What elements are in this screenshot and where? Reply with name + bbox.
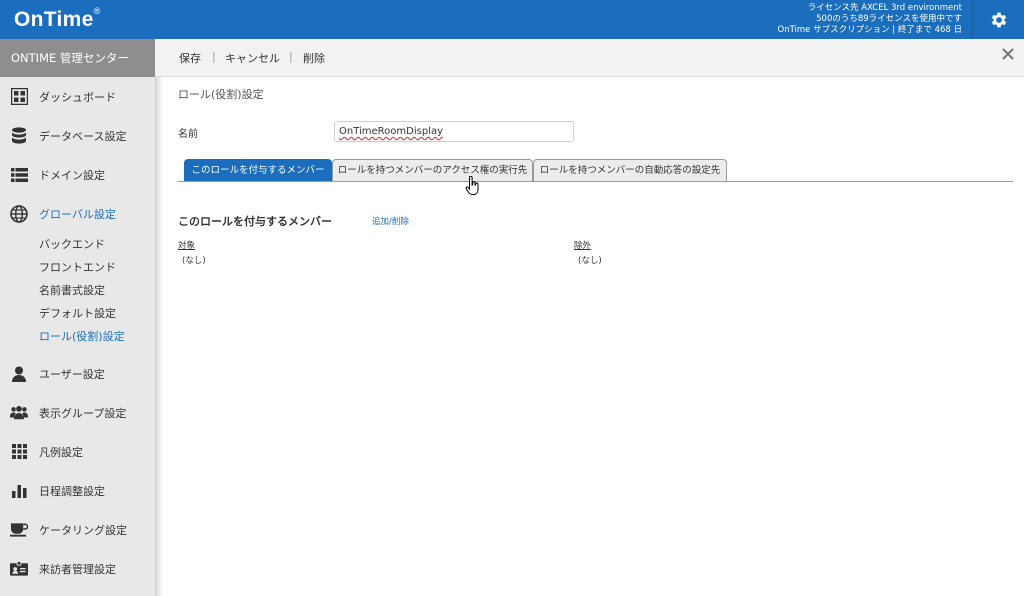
globe-icon: [10, 204, 28, 223]
sidebar-item-legend[interactable]: 凡例設定: [0, 432, 155, 471]
license-line-1: ライセンス先 AXCEL 3rd environment: [807, 3, 962, 13]
sidebar-item-label: 日程調整設定: [39, 484, 105, 498]
sidebar-subitem-name-format[interactable]: 名前書式設定: [0, 279, 155, 302]
dashboard-icon: [10, 88, 28, 106]
toolbar-separator: |: [289, 50, 293, 63]
page-title: ロール(役割)設定: [178, 88, 264, 101]
tab-members[interactable]: このロールを付与するメンバー: [184, 159, 332, 182]
sidebar-subitem-backend[interactable]: バックエンド: [0, 233, 155, 256]
target-column-header: 対象: [178, 241, 196, 251]
target-value: (なし): [182, 256, 206, 266]
gear-icon: [991, 12, 1006, 27]
name-input-value: OnTimeRoomDisplay: [339, 126, 444, 137]
add-remove-link[interactable]: 追加/削除: [372, 215, 409, 227]
sidebar-item-catering[interactable]: ケータリング設定: [0, 510, 155, 549]
bar-chart-icon: [10, 482, 28, 500]
sidebar-subitem-defaults[interactable]: デフォルト設定: [0, 302, 155, 325]
tab-access-targets[interactable]: ロールを持つメンバーのアクセス権の実行先: [332, 159, 533, 182]
user-icon: [10, 365, 28, 383]
name-input[interactable]: OnTimeRoomDisplay: [334, 121, 574, 142]
list-icon: [10, 166, 28, 184]
save-button[interactable]: 保存: [179, 50, 201, 66]
sidebar-title: ONTIME 管理センター: [0, 39, 155, 77]
sidebar-item-label: 凡例設定: [39, 445, 83, 459]
license-info: ライセンス先 AXCEL 3rd environment 500のうち89ライセ…: [778, 3, 962, 36]
sidebar-item-database[interactable]: データベース設定: [0, 116, 155, 155]
tab-divider: [178, 181, 1013, 182]
sidebar-item-label: ケータリング設定: [39, 523, 127, 537]
close-icon[interactable]: [1001, 47, 1015, 61]
sidebar-item-display-groups[interactable]: 表示グループ設定: [0, 393, 155, 432]
sidebar-item-users[interactable]: ユーザー設定: [0, 354, 155, 393]
sidebar-shadow: [155, 39, 163, 596]
action-toolbar: 保存 | キャンセル | 削除: [155, 39, 1024, 77]
delete-button[interactable]: 削除: [303, 50, 325, 66]
sidebar-item-label: ユーザー設定: [39, 367, 105, 381]
name-label: 名前: [178, 129, 198, 140]
top-header: OnTime® ライセンス先 AXCEL 3rd environment 500…: [0, 0, 1024, 39]
tab-auto-reply-targets[interactable]: ロールを持つメンバーの自動応答の設定先: [533, 159, 727, 182]
sidebar-subitem-frontend[interactable]: フロントエンド: [0, 256, 155, 279]
logo-text: OnTime: [14, 8, 94, 31]
logo-registered-mark: ®: [93, 6, 101, 16]
license-line-3: OnTime サブスクリプション | 終了まで 468 日: [777, 25, 962, 35]
members-section-title: このロールを付与するメンバー: [178, 215, 332, 228]
sidebar-item-visitor[interactable]: 来訪者管理設定: [0, 549, 155, 588]
sidebar-item-label: ダッシュボード: [39, 90, 116, 104]
database-icon: [10, 126, 28, 145]
hand-cursor-icon: [465, 176, 479, 195]
sidebar-item-label: 表示グループ設定: [39, 406, 127, 420]
id-card-icon: [10, 560, 28, 578]
sidebar-item-label: データベース設定: [39, 129, 127, 143]
exclude-value: (なし): [578, 256, 602, 266]
group-icon: [10, 404, 28, 422]
ontime-logo: OnTime®: [14, 6, 101, 32]
sidebar-item-dashboard[interactable]: ダッシュボード: [0, 77, 155, 116]
sidebar-item-domain[interactable]: ドメイン設定: [0, 155, 155, 194]
sidebar-item-scheduling[interactable]: 日程調整設定: [0, 471, 155, 510]
grid-icon: [10, 443, 28, 461]
sidebar-item-label: グローバル設定: [39, 207, 116, 221]
cancel-button[interactable]: キャンセル: [225, 50, 280, 66]
settings-button[interactable]: [972, 0, 1024, 39]
sidebar-subitem-roles[interactable]: ロール(役割)設定: [0, 325, 155, 348]
exclude-column-header: 除外: [574, 241, 592, 251]
toolbar-separator: |: [212, 50, 216, 63]
sidebar-item-label: ドメイン設定: [39, 168, 105, 182]
sidebar: ONTIME 管理センター ダッシュボード データベース設定 ドメイン設定 グロ…: [0, 39, 155, 596]
sidebar-item-label: 来訪者管理設定: [39, 562, 116, 576]
sidebar-item-global[interactable]: グローバル設定: [0, 194, 155, 233]
coffee-icon: [10, 521, 28, 539]
license-line-2: 500のうち89ライセンスを使用中です: [816, 14, 962, 24]
